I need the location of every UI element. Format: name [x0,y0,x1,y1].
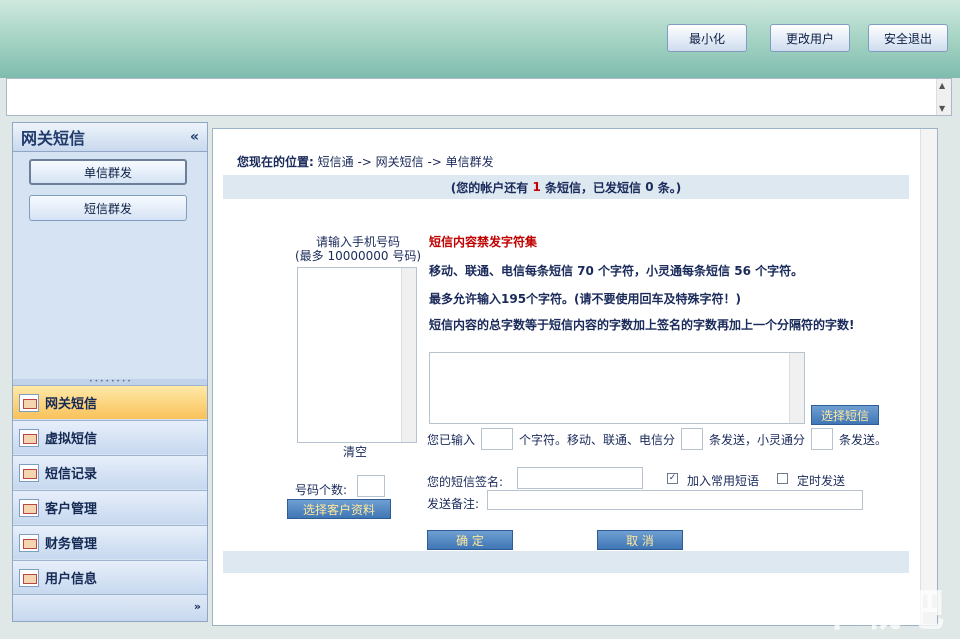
clear-link[interactable]: 清空 [343,443,367,460]
top-strip-scrollbar[interactable]: ▲ ▼ [936,79,951,115]
breadcrumb-prefix: 您现在的位置: [237,155,314,169]
logout-button[interactable]: 安全退出 [868,24,948,52]
sidebar-title: 网关短信 [21,129,86,148]
select-customer-button[interactable]: 选择客户资料 [287,499,391,519]
send-note-field[interactable] [487,490,863,510]
phone-label-line1: 请输入手机号码 [315,235,400,249]
typed-mid2: 条发送，小灵通分 [709,432,806,447]
record-card-icon [19,568,39,587]
expand-icon[interactable]: » [194,600,201,613]
forbidden-chars-title[interactable]: 短信内容禁发字符集 [429,233,537,250]
main-scrollbar[interactable] [920,129,937,625]
send-note-label: 发送备注: [427,497,480,511]
nav-item-sms-records[interactable]: 短信记录 [13,455,207,489]
sidebar-header: 网关短信 « [13,123,207,152]
nav-item-user-info[interactable]: 用户信息 [13,560,207,594]
sent-count: 0 [645,180,654,194]
scroll-down-icon[interactable]: ▼ [939,104,945,113]
watermark-logo: 下载吧 [816,585,944,636]
minimize-button[interactable]: 最小化 [667,24,747,52]
typed-suffix: 条发送。 [839,432,888,447]
envelope-icon [19,393,39,412]
add-common-checkbox[interactable]: ✓ [667,473,678,484]
nav-item-label: 用户信息 [45,572,98,587]
typed-mid: 个字符。移动、联通、电信分 [519,432,676,447]
add-common-label: 加入常用短语 [687,474,760,488]
content-box-scrollbar[interactable] [789,353,804,423]
remaining-count: 1 [532,180,541,194]
typed-prefix: 您已输入 [427,432,476,447]
account-info-bar: (您的帐户还有 1 条短信，已发短信 0 条。) [223,175,909,199]
scroll-up-icon[interactable]: ▲ [939,81,945,90]
nav-item-gateway-sms[interactable]: 网关短信 [13,385,207,419]
nav-item-label: 财务管理 [45,537,98,552]
scheduled-send-label: 定时发送 [797,474,846,488]
signature-field[interactable] [517,467,643,489]
nav-item-label: 客户管理 [45,502,98,517]
number-count-label: 号码个数: [295,483,348,497]
scheduled-send-checkbox[interactable] [777,473,788,484]
sidebar-footer: » [13,594,207,621]
account-info-text: 条。) [657,180,682,195]
account-info-text: (您的帐户还有 [450,180,529,195]
nav-item-finance[interactable]: 财务管理 [13,525,207,559]
app-header: 最小化 更改用户 安全退出 [0,0,960,78]
phone-label-line2: (最多 10000000 号码) [294,249,422,263]
sms-content-textarea[interactable] [429,352,805,424]
select-sms-button[interactable]: 选择短信 [811,405,879,425]
phone-box-scrollbar[interactable] [401,268,416,442]
group-send-button[interactable]: 短信群发 [29,195,187,221]
phone-input-label: 请输入手机号码 (最多 10000000 号码) [293,235,423,263]
single-send-button[interactable]: 单信群发 [29,159,187,185]
cancel-button[interactable]: 取 消 [597,530,683,550]
record-card-icon [19,533,39,552]
nav-item-label: 虚拟短信 [45,432,98,447]
main-panel: 您现在的位置: 短信通 -> 网关短信 -> 单信群发 (您的帐户还有 1 条短… [212,128,938,626]
rules-line-2: 最多允许输入195个字符。(请不要使用回车及特殊字符！) [429,292,742,306]
char-count-row: 您已输入 个字符。移动、联通、电信分 条发送，小灵通分 条发送。 [427,428,887,450]
nav-item-customer-management[interactable]: 客户管理 [13,490,207,524]
grid-icon [19,428,39,447]
nav-item-label: 网关短信 [45,397,98,412]
breadcrumb-path: 短信通 -> 网关短信 -> 单信群发 [317,155,494,169]
breadcrumb: 您现在的位置: 短信通 -> 网关短信 -> 单信群发 [237,153,494,170]
signature-label: 您的短信签名: [427,475,504,489]
nav-item-virtual-sms[interactable]: 虚拟短信 [13,420,207,454]
bottom-bar [223,551,909,573]
collapse-icon[interactable]: « [190,129,199,145]
change-user-button[interactable]: 更改用户 [770,24,850,52]
account-info-text: 条短信，已发短信 [544,180,641,195]
sidebar: 网关短信 « 单信群发 短信群发 • • • • • • • • 网关短信 虚拟… [12,122,208,622]
phs-parts-field[interactable] [811,428,834,450]
number-count-field[interactable] [357,475,385,497]
mobile-parts-field[interactable] [681,428,704,450]
nav-item-label: 短信记录 [45,467,98,482]
confirm-button[interactable]: 确 定 [427,530,513,550]
checklist-icon [19,498,39,517]
record-card-icon [19,463,39,482]
typed-count-field[interactable] [481,428,514,450]
rules-line-1: 移动、联通、电信每条短信 70 个字符，小灵通每条短信 56 个字符。 [429,264,804,278]
rules-line-3: 短信内容的总字数等于短信内容的字数加上签名的字数再加上一个分隔符的字数! [429,318,855,332]
phone-numbers-textarea[interactable] [297,267,417,443]
top-strip: ▲ ▼ [6,78,952,116]
